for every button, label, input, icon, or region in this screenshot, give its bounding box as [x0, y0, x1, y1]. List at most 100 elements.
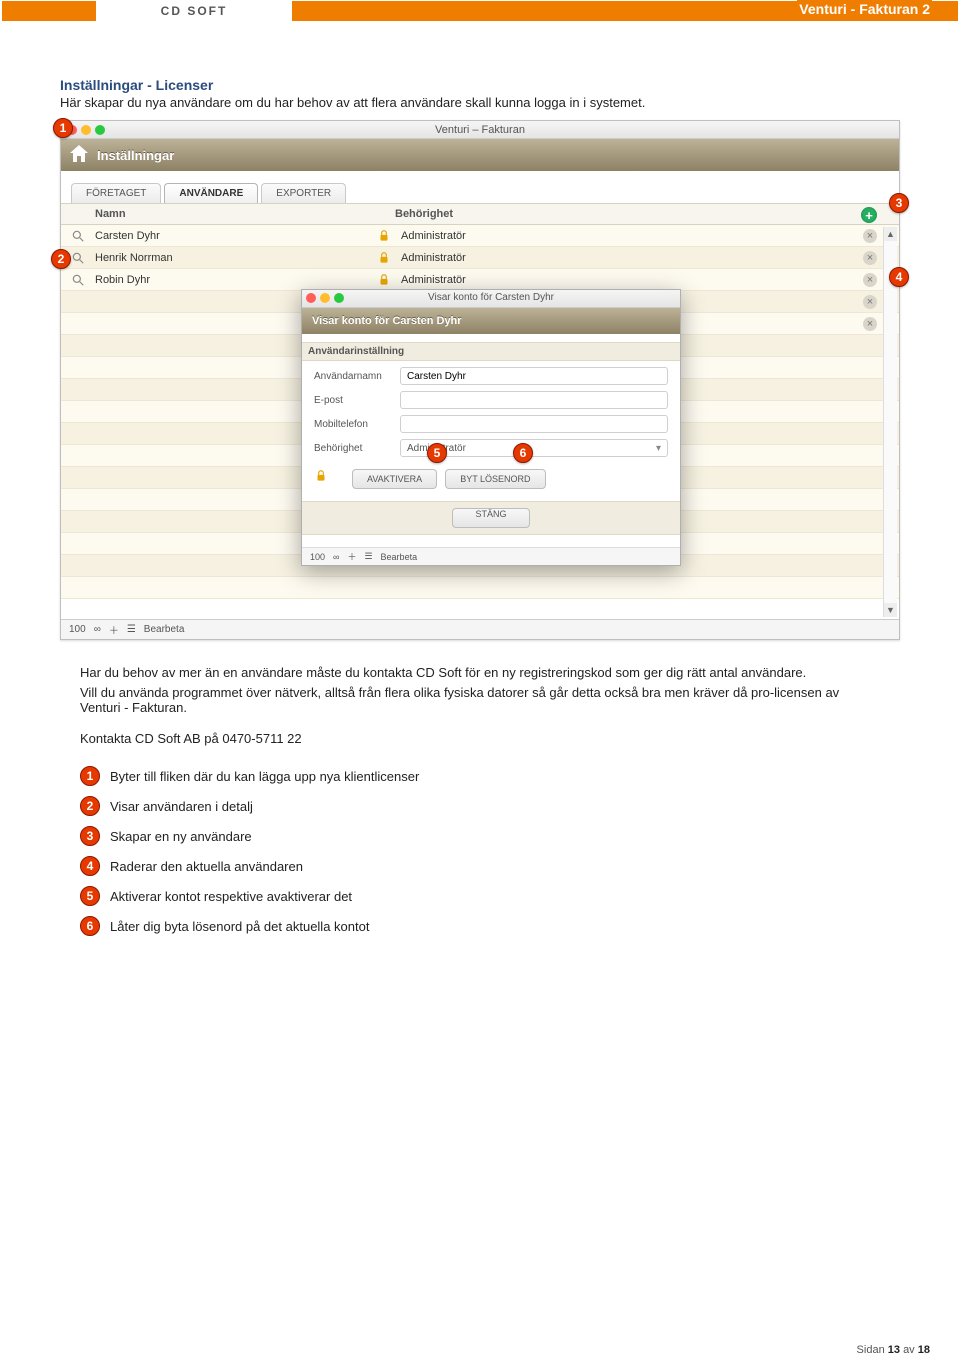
email-label: E-post — [314, 395, 400, 406]
callout-2: 2 — [51, 249, 71, 269]
delete-row-button[interactable]: × — [863, 273, 877, 287]
section-subtitle: Här skapar du nya användare om du har be… — [60, 95, 900, 110]
add-user-button[interactable]: + — [861, 207, 877, 223]
callout-4: 4 — [889, 267, 909, 287]
username-input[interactable] — [400, 367, 668, 385]
logo: CD SOFT — [94, 1, 294, 21]
lock-icon — [314, 469, 328, 486]
ribbon: Inställningar — [61, 139, 899, 171]
status-bar: 100 ∞ ＋ ☰ Bearbeta — [61, 619, 899, 639]
col-behorighet: Behörighet — [395, 208, 899, 220]
page-number: Sidan 13 av 18 — [857, 1344, 930, 1356]
user-role: Administratör — [377, 252, 899, 264]
legend-text-6: Låter dig byta lösenord på det aktuella … — [110, 919, 369, 934]
legend-text-4: Raderar den aktuella användaren — [110, 859, 303, 874]
legend-item: 6 Låter dig byta lösenord på det aktuell… — [80, 916, 880, 936]
delete-row-button[interactable]: × — [863, 251, 877, 265]
legend-badge-5: 5 — [80, 886, 100, 906]
lock-icon — [377, 251, 391, 265]
table-row: .. — [61, 577, 899, 599]
status-count: 100 — [69, 624, 86, 635]
callout-5: 5 — [427, 443, 447, 463]
table-row[interactable]: Robin Dyhr Administratör × — [61, 269, 899, 291]
tabs: FÖRETAGET ANVÄNDARE EXPORTER — [61, 171, 899, 203]
callout-6: 6 — [513, 443, 533, 463]
tab-foretaget[interactable]: FÖRETAGET — [71, 183, 161, 203]
email-input[interactable] — [400, 391, 668, 409]
plus-icon[interactable]: ＋ — [109, 622, 119, 637]
stang-button[interactable]: STÄNG — [452, 508, 529, 528]
paragraph-3: Kontakta CD Soft AB på 0470-5711 22 — [80, 731, 880, 746]
paragraph-2: Vill du använda programmet över nätverk,… — [80, 685, 880, 715]
window-title: Venturi – Fakturan — [61, 124, 899, 136]
lock-icon — [377, 229, 391, 243]
callout-3: 3 — [889, 193, 909, 213]
user-dialog: Visar konto för Carsten Dyhr Visar konto… — [301, 289, 681, 566]
overflow-icon: ∞ — [333, 552, 339, 562]
search-icon[interactable] — [71, 251, 85, 265]
ribbon-title: Inställningar — [97, 148, 174, 163]
paragraph-1: Har du behov av mer än en användare måst… — [80, 665, 880, 680]
search-icon[interactable] — [71, 229, 85, 243]
legend-item: 4 Raderar den aktuella användaren — [80, 856, 880, 876]
legend-text-5: Aktiverar kontot respektive avaktiverar … — [110, 889, 352, 904]
col-namn: Namn — [95, 208, 395, 220]
mobile-input[interactable] — [400, 415, 668, 433]
user-name: Robin Dyhr — [95, 274, 377, 286]
byt-losenord-button[interactable]: BYT LÖSENORD — [445, 469, 545, 489]
legend-text-1: Byter till fliken där du kan lägga upp n… — [110, 769, 419, 784]
legend-badge-2: 2 — [80, 796, 100, 816]
window-titlebar: Venturi – Fakturan — [61, 121, 899, 139]
dialog-section-caption: Användarinställning — [302, 342, 680, 361]
legend-list: 1 Byter till fliken där du kan lägga upp… — [80, 766, 880, 936]
dialog-ribbon: Visar konto för Carsten Dyhr — [302, 308, 680, 334]
legend-badge-4: 4 — [80, 856, 100, 876]
doc-title: Venturi - Fakturan 2 — [797, 0, 932, 19]
dialog-statusbar: 100 ∞ ＋ ☰ Bearbeta — [302, 547, 680, 565]
delete-row-button[interactable]: × — [863, 229, 877, 243]
page-header: CD SOFT Venturi - Fakturan 2 — [0, 0, 960, 22]
dlg-status-bearbeta: Bearbeta — [381, 552, 418, 562]
dlg-status-count: 100 — [310, 552, 325, 562]
legend-badge-6: 6 — [80, 916, 100, 936]
user-role: Administratör — [377, 274, 899, 286]
legend-item: 5 Aktiverar kontot respektive avaktivera… — [80, 886, 880, 906]
dialog-titlebar: Visar konto för Carsten Dyhr — [302, 290, 680, 308]
avaktivera-button[interactable]: AVAKTIVERA — [352, 469, 437, 489]
lock-icon — [377, 273, 391, 287]
callout-1: 1 — [53, 118, 73, 138]
logo-text: CD SOFT — [161, 4, 228, 18]
user-name: Henrik Norrman — [95, 252, 377, 264]
list-header: Namn Behörighet + — [61, 203, 899, 225]
table-row[interactable]: Carsten Dyhr Administratör × — [61, 225, 899, 247]
scroll-down-icon[interactable]: ▼ — [884, 603, 897, 617]
app-window: 1 2 3 4 5 6 Venturi – Fakturan Inställni… — [60, 120, 900, 640]
legend-text-3: Skapar en ny användare — [110, 829, 252, 844]
role-label: Behörighet — [314, 443, 400, 454]
section-title: Inställningar - Licenser — [60, 77, 900, 93]
user-name: Carsten Dyhr — [95, 230, 377, 242]
tab-anvandare[interactable]: ANVÄNDARE — [164, 183, 258, 203]
username-label: Användarnamn — [314, 371, 400, 382]
legend-badge-3: 3 — [80, 826, 100, 846]
table-row[interactable]: Henrik Norrman Administratör × — [61, 247, 899, 269]
home-icon[interactable] — [67, 142, 91, 166]
tab-exporter[interactable]: EXPORTER — [261, 183, 346, 203]
mobile-label: Mobiltelefon — [314, 419, 400, 430]
user-role: Administratör — [377, 230, 899, 242]
legend-badge-1: 1 — [80, 766, 100, 786]
legend-item: 1 Byter till fliken där du kan lägga upp… — [80, 766, 880, 786]
legend-text-2: Visar användaren i detalj — [110, 799, 253, 814]
actions-icon[interactable]: ☰ — [364, 551, 372, 562]
overflow-icon: ∞ — [94, 624, 101, 635]
actions-icon[interactable]: ☰ — [127, 624, 136, 635]
plus-icon[interactable]: ＋ — [347, 550, 356, 563]
status-bearbeta: Bearbeta — [144, 624, 185, 635]
scroll-up-icon[interactable]: ▲ — [884, 227, 897, 241]
dialog-title: Visar konto för Carsten Dyhr — [302, 292, 680, 303]
legend-item: 3 Skapar en ny användare — [80, 826, 880, 846]
delete-row-button[interactable]: × — [863, 295, 877, 309]
delete-row-button[interactable]: × — [863, 317, 877, 331]
legend-item: 2 Visar användaren i detalj — [80, 796, 880, 816]
search-icon[interactable] — [71, 273, 85, 287]
